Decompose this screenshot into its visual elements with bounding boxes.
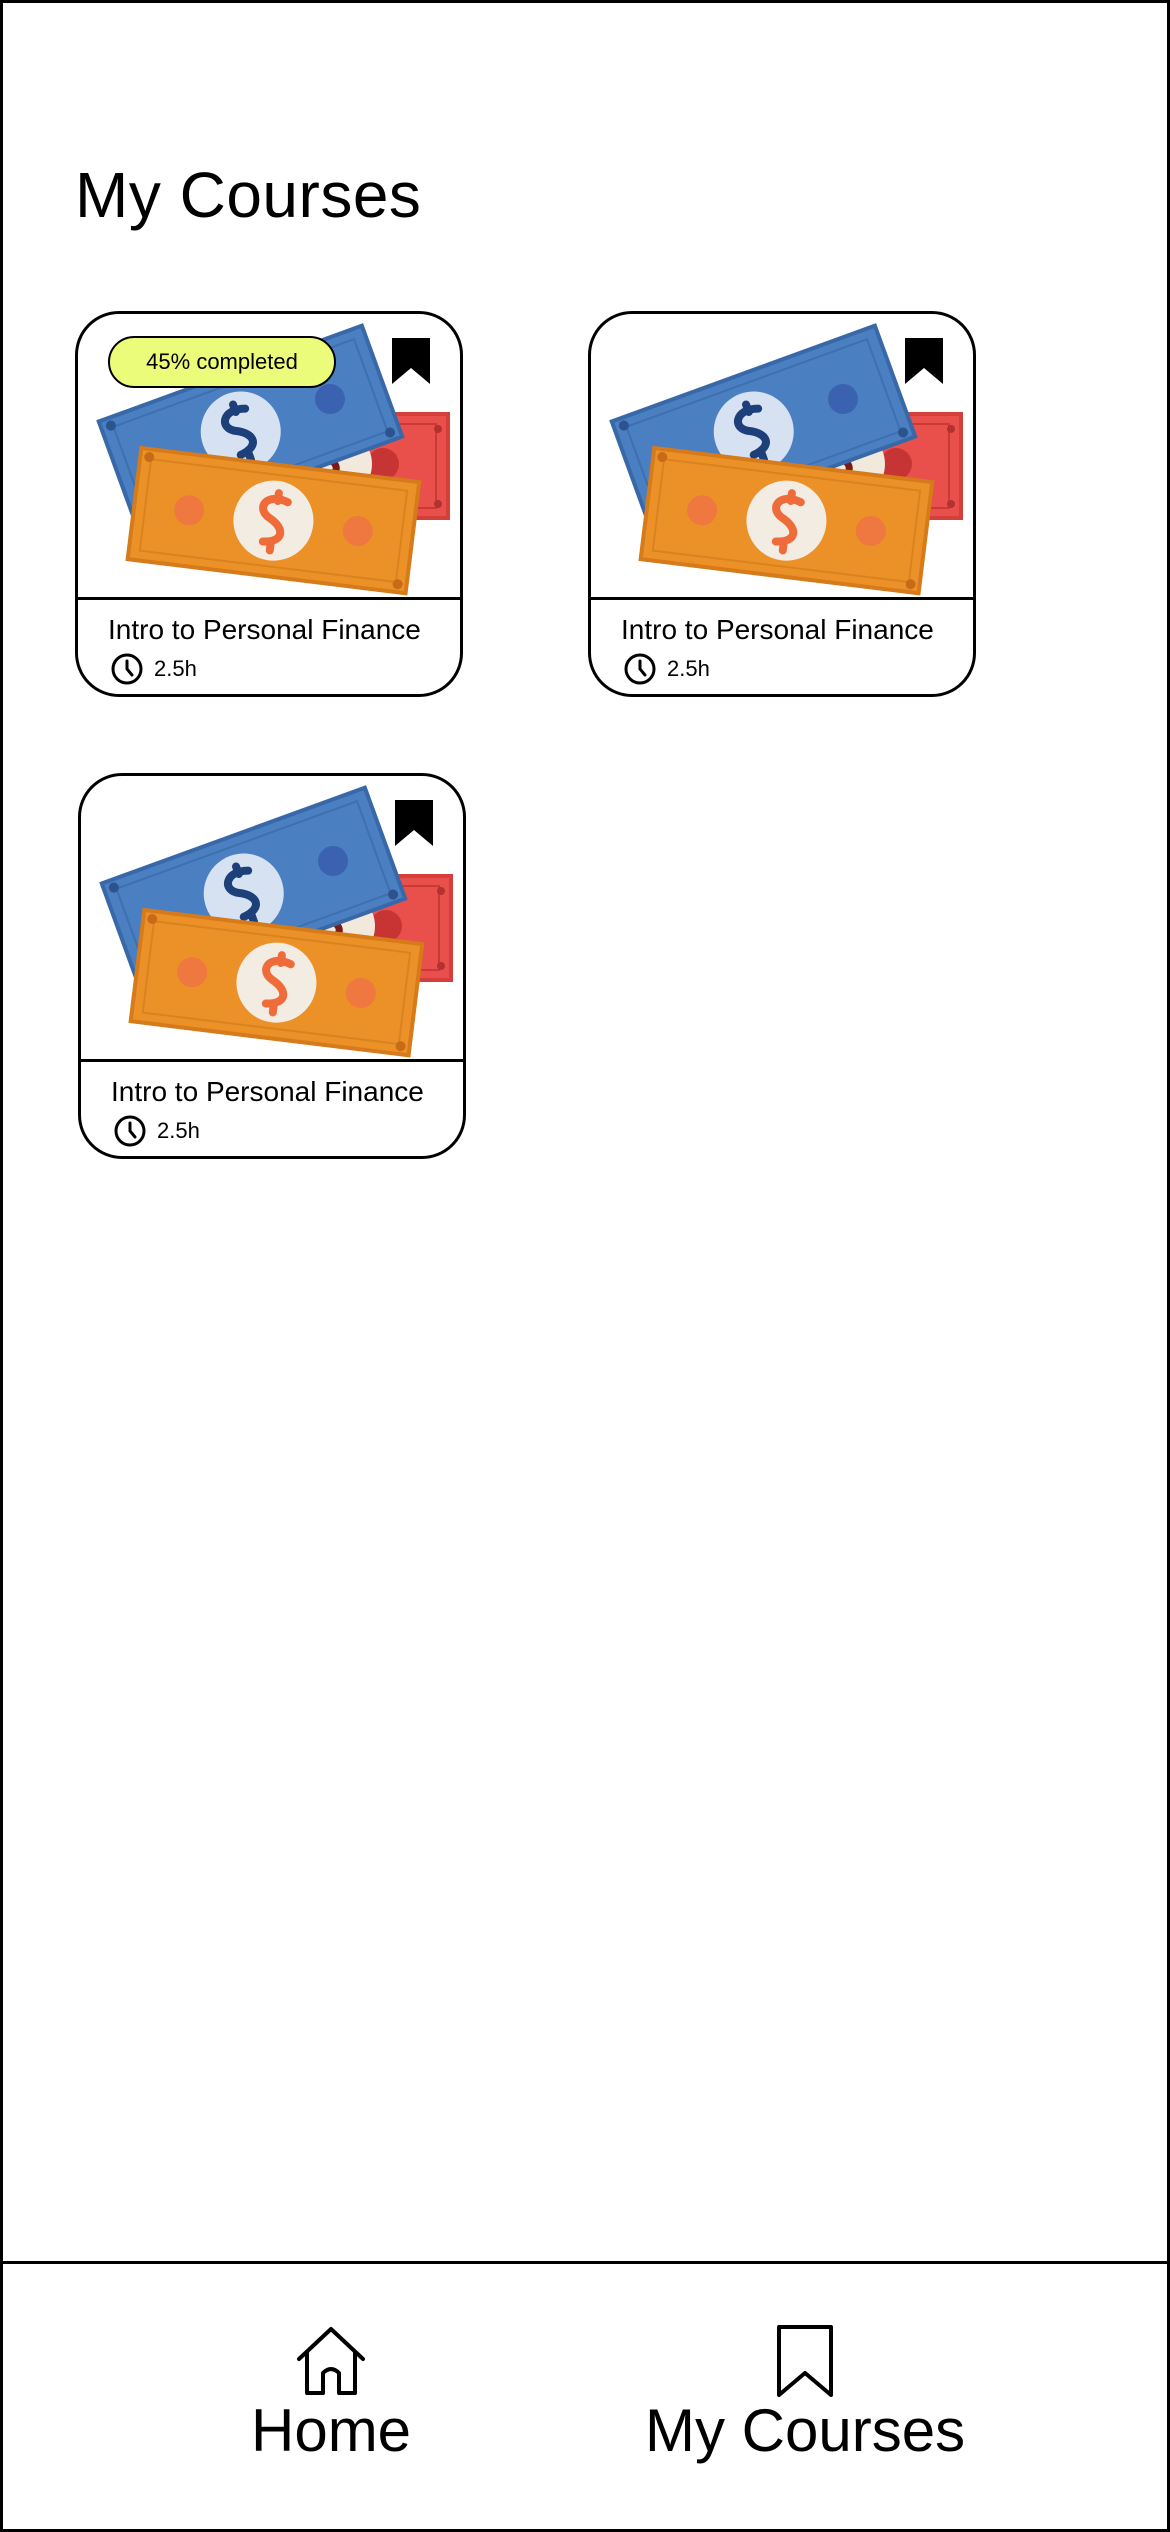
course-thumbnail xyxy=(81,776,463,1062)
duration-text: 2.5h xyxy=(154,656,197,681)
bookmark-icon xyxy=(777,2325,834,2397)
nav-label-home: Home xyxy=(251,2397,412,2464)
bookmark-icon[interactable] xyxy=(903,336,945,386)
course-duration: 2.5h xyxy=(113,1114,200,1148)
duration-text: 2.5h xyxy=(667,656,710,681)
nav-label-my-courses: My Courses xyxy=(645,2397,966,2464)
nav-item-home[interactable]: Home xyxy=(251,2323,411,2461)
course-duration: 2.5h xyxy=(623,652,710,686)
course-duration: 2.5h xyxy=(110,652,197,686)
home-icon xyxy=(297,2327,366,2395)
bottom-nav xyxy=(3,2261,1170,2532)
course-title: Intro to Personal Finance xyxy=(111,1076,424,1107)
clock-icon xyxy=(111,653,143,685)
page-title: My Courses xyxy=(75,159,422,231)
course-thumbnail xyxy=(591,314,973,600)
app-screen: My Courses 45% completed Intro to Person… xyxy=(0,0,1170,2532)
progress-badge: 45% completed xyxy=(108,336,336,388)
duration-text: 2.5h xyxy=(157,1118,200,1143)
course-card[interactable]: Intro to Personal Finance 2.5h xyxy=(78,773,466,1159)
clock-icon xyxy=(114,1115,146,1147)
nav-item-my-courses[interactable]: My Courses xyxy=(645,2323,965,2461)
course-title: Intro to Personal Finance xyxy=(621,614,934,645)
course-title: Intro to Personal Finance xyxy=(108,614,421,645)
bookmark-icon[interactable] xyxy=(390,336,432,386)
course-card[interactable]: Intro to Personal Finance 2.5h xyxy=(588,311,976,697)
bookmark-icon[interactable] xyxy=(393,798,435,848)
clock-icon xyxy=(624,653,656,685)
course-card[interactable]: 45% completed Intro to Personal Finance … xyxy=(75,311,463,697)
course-thumbnail: 45% completed xyxy=(78,314,460,600)
